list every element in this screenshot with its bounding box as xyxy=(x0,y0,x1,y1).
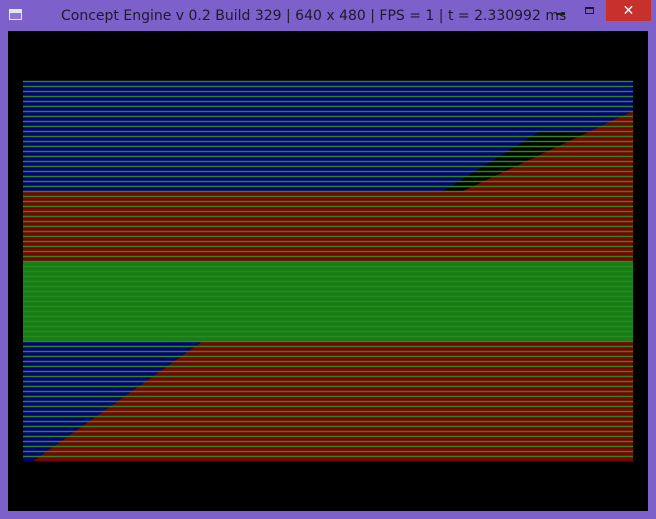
maximize-icon xyxy=(585,7,594,14)
minimize-button[interactable] xyxy=(547,0,574,21)
close-button[interactable]: ✕ xyxy=(606,0,651,21)
render-viewport[interactable] xyxy=(8,31,648,511)
close-icon: ✕ xyxy=(622,2,635,19)
maximize-button[interactable] xyxy=(576,0,603,21)
app-window: Concept Engine v 0.2 Build 329 | 640 x 4… xyxy=(0,0,656,519)
rendered-scene xyxy=(23,80,633,461)
minimize-icon xyxy=(556,12,565,15)
window-title: Concept Engine v 0.2 Build 329 | 640 x 4… xyxy=(61,8,567,24)
app-window-icon[interactable] xyxy=(9,9,22,20)
title-bar[interactable]: Concept Engine v 0.2 Build 329 | 640 x 4… xyxy=(0,0,656,31)
